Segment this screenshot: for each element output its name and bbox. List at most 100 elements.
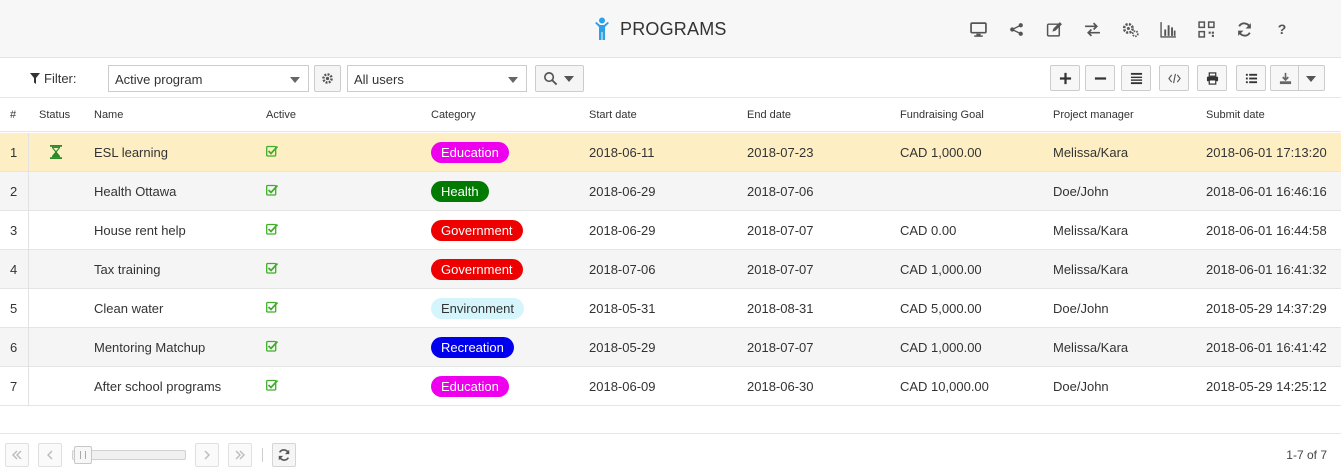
table-row[interactable]: 2 Health Ottawa Health 2018-06-29 2018-07-06… (0, 172, 1341, 211)
project-manager: Melissa/Kara (1053, 340, 1129, 355)
category-badge: Education (431, 376, 509, 397)
submit-date: 2018-06-01 16:44:58 (1206, 223, 1327, 238)
column-header-submit-date[interactable]: Submit date (1206, 109, 1265, 121)
fundraising-goal: CAD 1,000.00 (900, 340, 982, 355)
category-badge: Government (431, 220, 523, 241)
double-chevron-left-icon (12, 450, 22, 460)
end-date: 2018-07-07 (747, 340, 814, 355)
add-icon (1059, 72, 1071, 84)
filter-label: Filter: (44, 71, 77, 86)
print-button[interactable] (1197, 65, 1227, 91)
filter-settings-button[interactable] (314, 65, 341, 92)
monitor-icon[interactable] (959, 18, 997, 40)
column-header-category[interactable]: Category (431, 109, 476, 121)
start-date: 2018-06-29 (589, 184, 656, 199)
print-icon (1206, 71, 1218, 85)
column-header-status[interactable]: Status (39, 109, 70, 121)
start-date: 2018-07-06 (589, 262, 656, 277)
end-date: 2018-07-06 (747, 184, 814, 199)
chart-icon[interactable] (1149, 18, 1187, 40)
fundraising-goal: CAD 0.00 (900, 223, 957, 238)
help-icon[interactable]: ? (1263, 18, 1301, 40)
double-chevron-right-icon (235, 450, 245, 460)
first-page-button[interactable] (5, 443, 29, 467)
checkbox-checked-icon (266, 145, 279, 160)
page-slider-handle[interactable] (74, 446, 92, 464)
table-row[interactable]: 5 Clean water Environment 2018-05-31 2018-08… (0, 289, 1341, 328)
columns-icon (1130, 72, 1142, 84)
next-page-button[interactable] (195, 443, 219, 467)
start-date: 2018-06-09 (589, 379, 656, 394)
table-row[interactable]: 1 ESL learning Education 2018-06-11 2018-07-… (0, 133, 1341, 172)
remove-button[interactable] (1085, 65, 1115, 91)
row-number: 3 (10, 223, 18, 238)
program-filter-value: Active program (115, 72, 203, 87)
reload-button[interactable] (272, 443, 296, 467)
project-manager: Doe/John (1053, 184, 1109, 199)
share-icon[interactable] (997, 18, 1035, 40)
program-name: House rent help (94, 223, 186, 238)
add-button[interactable] (1050, 65, 1080, 91)
edit-icon[interactable] (1035, 18, 1073, 40)
chevron-down-icon (508, 77, 518, 83)
user-filter-select[interactable]: All users (347, 65, 527, 92)
program-name: Tax training (94, 262, 161, 277)
end-date: 2018-06-30 (747, 379, 814, 394)
refresh-icon (278, 449, 290, 461)
submit-date: 2018-06-01 16:41:42 (1206, 340, 1327, 355)
program-name: Mentoring Matchup (94, 340, 206, 355)
table-row[interactable]: 6 Mentoring Matchup Recreation 2018-05-29 20… (0, 328, 1341, 367)
table-row[interactable]: 4 Tax training Government 2018-07-06 2018-07… (0, 250, 1341, 289)
row-number: 7 (10, 379, 18, 394)
row-number: 6 (10, 340, 18, 355)
settings-icon[interactable] (1111, 18, 1149, 40)
download-icon (1279, 72, 1292, 84)
table-row[interactable]: 3 House rent help Government 2018-06-29 2018… (0, 211, 1341, 250)
end-date: 2018-07-07 (747, 262, 814, 277)
columns-button[interactable] (1121, 65, 1151, 91)
page-title: PROGRAMS (620, 18, 727, 39)
submit-date: 2018-06-01 16:41:32 (1206, 262, 1327, 277)
column-header-name[interactable]: Name (94, 109, 123, 121)
grip-icon (80, 451, 86, 459)
refresh-icon[interactable] (1225, 18, 1263, 40)
fundraising-goal: CAD 1,000.00 (900, 262, 982, 277)
last-page-button[interactable] (228, 443, 252, 467)
column-header-start-date[interactable]: Start date (589, 109, 637, 121)
end-date: 2018-07-23 (747, 145, 814, 160)
chevron-left-icon (47, 450, 53, 460)
list-view-button[interactable] (1236, 65, 1266, 91)
prev-page-button[interactable] (38, 443, 62, 467)
row-number: 5 (10, 301, 18, 316)
project-manager: Doe/John (1053, 379, 1109, 394)
category-badge: Environment (431, 298, 524, 319)
fundraising-goal: CAD 1,000.00 (900, 145, 982, 160)
swap-icon[interactable] (1073, 18, 1111, 40)
category-badge: Education (431, 142, 509, 163)
checkbox-checked-icon (266, 379, 279, 394)
row-number-divider (28, 367, 29, 406)
checkbox-checked-icon (266, 223, 279, 238)
column-header-fundraising-goal[interactable]: Fundraising Goal (900, 109, 984, 121)
search-button[interactable] (535, 65, 584, 92)
project-manager: Melissa/Kara (1053, 223, 1129, 238)
help-glyph: ? (1277, 21, 1287, 37)
project-manager: Melissa/Kara (1053, 145, 1129, 160)
start-date: 2018-06-11 (589, 145, 655, 160)
project-manager: Doe/John (1053, 301, 1109, 316)
program-filter-select[interactable]: Active program (108, 65, 309, 92)
column-header-end-date[interactable]: End date (747, 109, 791, 121)
checkbox-checked-icon (266, 340, 279, 355)
category-badge: Recreation (431, 337, 514, 358)
column-header-project-manager[interactable]: Project manager (1053, 109, 1134, 121)
column-header-num[interactable]: # (10, 109, 16, 121)
code-button[interactable] (1159, 65, 1189, 91)
pager-divider (262, 448, 263, 462)
program-name: ESL learning (94, 145, 168, 160)
person-icon (595, 17, 609, 40)
table-row[interactable]: 7 After school programs Education 2018-06-0… (0, 367, 1341, 406)
qrcode-icon[interactable] (1187, 18, 1225, 40)
column-header-active[interactable]: Active (266, 109, 296, 121)
row-number: 4 (10, 262, 18, 277)
download-button[interactable] (1270, 65, 1325, 91)
